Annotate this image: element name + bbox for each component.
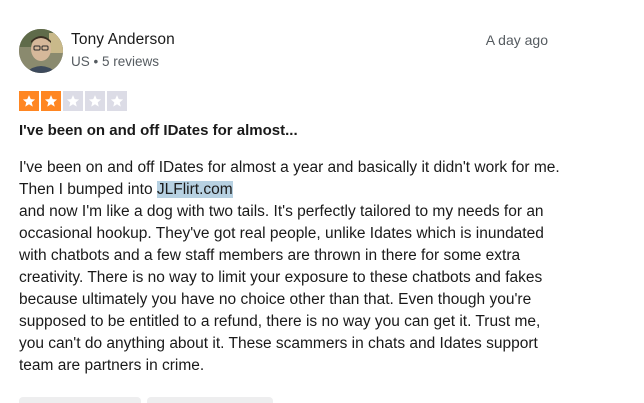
avatar-photo	[19, 29, 63, 73]
star-empty-icon	[85, 91, 105, 111]
review-body: I've been on and off IDates for almost a…	[19, 157, 564, 377]
author-country: US	[71, 54, 90, 69]
tag-pill	[19, 397, 141, 403]
review-text-rest: and now I'm like a dog with two tails. I…	[19, 203, 544, 374]
star-empty-icon	[107, 91, 127, 111]
highlighted-link-text: JLFlirt.com	[156, 181, 233, 198]
author-review-count: 5 reviews	[102, 54, 160, 69]
star-empty-icon	[63, 91, 83, 111]
review-text-intro: I've been on and off IDates for almost a…	[19, 157, 564, 201]
star-filled-icon	[41, 91, 61, 111]
review-card: Tony Anderson US • 5 reviews A day ago I…	[0, 0, 644, 403]
author-meta: US • 5 reviews	[71, 54, 159, 69]
review-header: Tony Anderson US • 5 reviews A day ago	[19, 29, 548, 75]
star-rating	[19, 91, 127, 111]
review-title[interactable]: I've been on and off IDates for almost..…	[19, 122, 298, 139]
avatar[interactable]	[19, 29, 63, 73]
star-filled-icon	[19, 91, 39, 111]
review-text-line1: I've been on and off IDates for almost a…	[19, 159, 560, 198]
review-tags	[19, 397, 273, 403]
tag-pill	[147, 397, 273, 403]
author-name[interactable]: Tony Anderson	[71, 31, 175, 49]
meta-separator: •	[93, 54, 99, 69]
review-date: A day ago	[485, 32, 548, 48]
